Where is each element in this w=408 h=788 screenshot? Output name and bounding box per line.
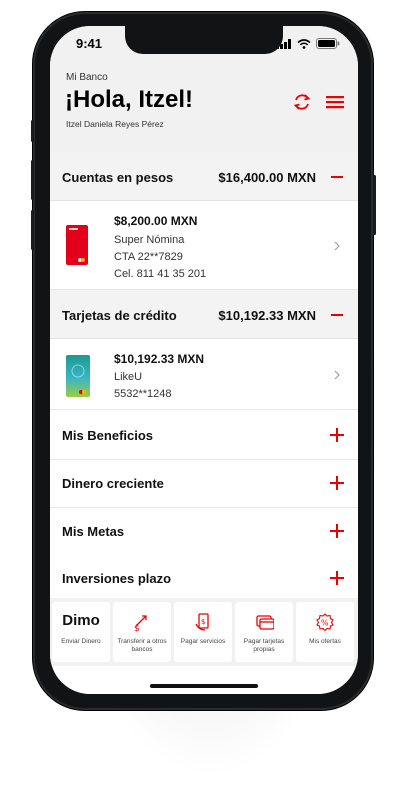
pay-cards-icon bbox=[256, 615, 275, 630]
quick-action-label: Pagar tarjetas propias bbox=[243, 638, 285, 653]
quick-action-label: Mis ofertas bbox=[309, 638, 341, 645]
account-name: Super Nómina bbox=[114, 234, 185, 246]
side-button bbox=[31, 120, 34, 142]
home-indicator[interactable] bbox=[150, 684, 258, 688]
credit-card-icon bbox=[66, 355, 90, 397]
quick-action-pagar-tarjetas[interactable]: Pagar tarjetas propias bbox=[235, 602, 293, 662]
greeting: ¡Hola, Itzel! bbox=[65, 86, 194, 113]
quick-action-enviar-dinero[interactable]: Dimo Enviar Dinero bbox=[52, 602, 110, 662]
card-name: LikeU bbox=[114, 371, 143, 383]
quick-action-transferir[interactable]: $ Transferir a otros bancos bbox=[113, 602, 171, 662]
wifi-icon bbox=[297, 38, 311, 49]
credit-card-likeu[interactable]: $10,192.33 MXN LikeU 5532**1248 bbox=[50, 339, 358, 410]
row-label: Mis Beneficios bbox=[62, 428, 154, 443]
section-pesos-total: $16,400.00 MXN bbox=[218, 170, 316, 185]
chevron-right-icon bbox=[334, 370, 340, 380]
expand-icon[interactable] bbox=[330, 571, 344, 585]
refresh-icon[interactable] bbox=[292, 92, 312, 112]
collapse-icon[interactable] bbox=[331, 176, 343, 178]
row-label: Dinero creciente bbox=[62, 476, 164, 491]
offers-icon: % bbox=[316, 613, 334, 632]
side-button bbox=[31, 210, 34, 250]
card-number: 5532**1248 bbox=[114, 388, 172, 400]
svg-text:%: % bbox=[321, 619, 329, 628]
expand-icon[interactable] bbox=[330, 524, 344, 538]
chevron-right-icon bbox=[334, 241, 340, 251]
quick-action-label: Pagar servicios bbox=[180, 638, 226, 645]
row-dinero-creciente[interactable]: Dinero creciente bbox=[50, 460, 358, 508]
section-credit-header[interactable]: Tarjetas de crédito $10,192.33 MXN bbox=[50, 290, 358, 339]
collapse-icon[interactable] bbox=[331, 314, 343, 316]
row-label: Mis Metas bbox=[62, 524, 125, 539]
debit-card-icon bbox=[66, 225, 88, 265]
status-icons bbox=[276, 38, 340, 49]
menu-icon[interactable] bbox=[326, 95, 344, 109]
row-inversiones-plazo[interactable]: Inversiones plazo bbox=[50, 555, 358, 603]
account-amount: $8,200.00 MXN bbox=[114, 214, 198, 228]
section-pesos-header[interactable]: Cuentas en pesos $16,400.00 MXN bbox=[50, 152, 358, 201]
quick-actions-bar: Dimo Enviar Dinero $ Transferir a otros … bbox=[50, 598, 358, 666]
account-phone: Cel. 811 41 35 201 bbox=[114, 268, 207, 280]
row-mis-metas[interactable]: Mis Metas bbox=[50, 508, 358, 556]
account-nomina[interactable]: $8,200.00 MXN Super Nómina CTA 22**7829 … bbox=[50, 201, 358, 290]
phone-notch bbox=[125, 26, 283, 54]
bank-name: Mi Banco bbox=[66, 72, 108, 83]
side-button bbox=[373, 175, 376, 235]
phone-screen: 9:41 Mi Banco ¡Hola, Itzel! Itzel Daniel… bbox=[50, 26, 358, 694]
quick-action-pagar-servicios[interactable]: $ Pagar servicios bbox=[174, 602, 232, 662]
battery-icon bbox=[316, 38, 340, 49]
row-label: Inversiones plazo bbox=[62, 571, 172, 586]
expand-icon[interactable] bbox=[330, 428, 344, 442]
quick-action-mis-ofertas[interactable]: % Mis ofertas bbox=[296, 602, 354, 662]
section-credit-total: $10,192.33 MXN bbox=[218, 308, 316, 323]
section-pesos-title: Cuentas en pesos bbox=[62, 170, 174, 185]
header-actions bbox=[292, 92, 344, 112]
transfer-icon: $ bbox=[134, 615, 147, 634]
expand-icon[interactable] bbox=[330, 476, 344, 490]
side-button bbox=[31, 160, 34, 200]
dimo-logo-icon: Dimo bbox=[52, 612, 110, 630]
row-mis-beneficios[interactable]: Mis Beneficios bbox=[50, 412, 358, 460]
card-amount: $10,192.33 MXN bbox=[114, 352, 205, 366]
status-time: 9:41 bbox=[76, 36, 103, 51]
user-full-name: Itzel Daniela Reyes Pérez bbox=[66, 119, 164, 129]
account-number: CTA 22**7829 bbox=[114, 251, 183, 263]
svg-text:$: $ bbox=[201, 618, 205, 626]
pay-services-icon: $ bbox=[195, 613, 209, 631]
section-credit-title: Tarjetas de crédito bbox=[62, 308, 177, 323]
svg-text:$: $ bbox=[134, 624, 140, 632]
quick-action-label: Enviar Dinero bbox=[61, 638, 101, 645]
quick-action-label: Transferir a otros bancos bbox=[117, 638, 167, 653]
dimo-logo-text: Dimo bbox=[62, 612, 100, 629]
